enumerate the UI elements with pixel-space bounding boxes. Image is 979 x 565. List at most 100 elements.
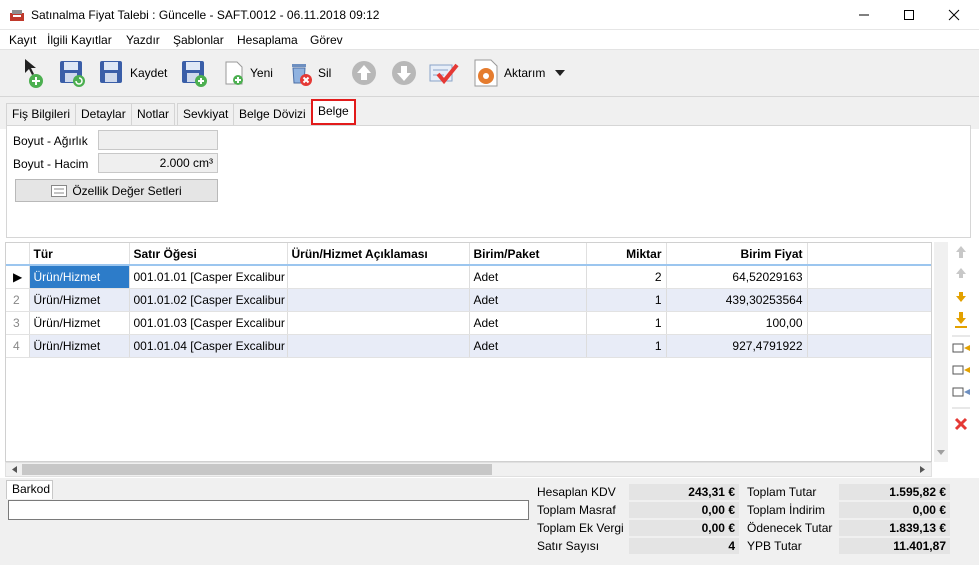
- col-tur[interactable]: Tür: [29, 243, 130, 266]
- insert-row-icon: [952, 343, 970, 353]
- cell-price[interactable]: 64,52029163: [666, 265, 808, 289]
- save-refresh-button[interactable]: [58, 56, 88, 90]
- cell-qty[interactable]: 1: [586, 334, 667, 358]
- col-birim-paket[interactable]: Birim/Paket: [469, 243, 587, 266]
- tab-sevkiyat[interactable]: Sevkiyat: [177, 103, 235, 125]
- scroll-left-icon[interactable]: [9, 463, 19, 476]
- save-button[interactable]: Kaydet: [98, 56, 167, 90]
- cell-item[interactable]: 001.01.04 [Casper Excalibur ...: [129, 334, 288, 358]
- table-row[interactable]: ▶ Ürün/Hizmet 001.01.01 [Casper Excalibu…: [6, 265, 931, 289]
- tab-detaylar[interactable]: Detaylar: [75, 103, 132, 125]
- row-marker: 2: [6, 288, 30, 312]
- arrow-up-icon: [352, 61, 376, 85]
- close-button[interactable]: [931, 0, 977, 30]
- cell-unit[interactable]: Adet: [469, 311, 587, 335]
- cell-qty[interactable]: 1: [586, 288, 667, 312]
- cell-desc[interactable]: [287, 265, 470, 289]
- checkmark-icon: [429, 63, 459, 85]
- cell-item[interactable]: 001.01.02 [Casper Excalibur ...: [129, 288, 288, 312]
- row-marker-header: [6, 243, 30, 266]
- col-filler: [807, 243, 931, 266]
- scroll-thumb[interactable]: [22, 464, 492, 475]
- cell-type[interactable]: Ürün/Hizmet: [29, 288, 130, 312]
- minimize-button[interactable]: [841, 0, 887, 30]
- export-button[interactable]: Aktarım: [472, 56, 567, 90]
- title-bar: Satınalma Fiyat Talebi : Güncelle - SAFT…: [0, 0, 979, 30]
- menu-bar: Kayıt İlgili Kayıtlar Yazdır Şablonlar H…: [0, 30, 979, 49]
- scroll-right-icon[interactable]: [918, 463, 928, 476]
- cell-unit[interactable]: Adet: [469, 288, 587, 312]
- new-document-icon: [225, 61, 243, 85]
- barcode-input[interactable]: [8, 500, 529, 520]
- copy-row-icon: [952, 365, 970, 375]
- total-expense-label: Toplam Masraf: [537, 503, 616, 517]
- tab-belge-dovizi[interactable]: Belge Dövizi: [233, 103, 312, 125]
- cell-type[interactable]: Ürün/Hizmet: [29, 265, 130, 289]
- cell-type[interactable]: Ürün/Hizmet: [29, 311, 130, 335]
- cell-price[interactable]: 927,4791922: [666, 334, 808, 358]
- payable-value: 1.839,13 €: [839, 520, 950, 536]
- save-new-button[interactable]: [180, 56, 210, 90]
- col-birim-fiyat[interactable]: Birim Fiyat: [666, 243, 808, 266]
- total-expense-value: 0,00 €: [629, 502, 739, 518]
- approve-button[interactable]: [428, 56, 460, 90]
- cell-price[interactable]: 439,30253564: [666, 288, 808, 312]
- col-miktar[interactable]: Miktar: [586, 243, 667, 266]
- cell-type[interactable]: Ürün/Hizmet: [29, 334, 130, 358]
- table-row[interactable]: 2 Ürün/Hizmet 001.01.02 [Casper Excalibu…: [6, 288, 931, 312]
- ypb-value: 11.401,87: [839, 538, 950, 554]
- tab-fis-bilgileri[interactable]: Fiş Bilgileri: [6, 103, 77, 125]
- menu-sablonlar[interactable]: Şablonlar: [173, 33, 224, 47]
- export-icon: [474, 59, 498, 87]
- volume-label: Boyut - Hacim: [13, 157, 89, 171]
- menu-hesaplama[interactable]: Hesaplama: [237, 33, 298, 47]
- cell-item[interactable]: 001.01.03 [Casper Excalibur ...: [129, 311, 288, 335]
- cell-price[interactable]: 100,00: [666, 311, 808, 335]
- table-row[interactable]: 3 Ürün/Hizmet 001.01.03 [Casper Excalibu…: [6, 311, 931, 335]
- col-satir-ogesi[interactable]: Satır Öğesi: [129, 243, 288, 266]
- cell-unit[interactable]: Adet: [469, 265, 587, 289]
- weight-label: Boyut - Ağırlık: [13, 134, 88, 148]
- cell-qty[interactable]: 2: [586, 265, 667, 289]
- minimize-icon: [859, 14, 869, 16]
- row-marker: 4: [6, 334, 30, 358]
- col-aciklama[interactable]: Ürün/Hizmet Açıklaması: [287, 243, 470, 266]
- cursor-add-icon: [25, 59, 43, 88]
- menu-yazdir[interactable]: Yazdır: [126, 33, 160, 47]
- new-button[interactable]: Yeni: [222, 56, 273, 90]
- row-actions-strip: [950, 242, 972, 462]
- cell-desc[interactable]: [287, 288, 470, 312]
- cell-unit[interactable]: Adet: [469, 334, 587, 358]
- barcode-tab[interactable]: Barkod: [6, 480, 53, 499]
- split-row-icon: [952, 387, 970, 397]
- move-down-button[interactable]: [390, 56, 418, 90]
- menu-ilgili-kayitlar[interactable]: İlgili Kayıtlar: [47, 33, 112, 47]
- tab-belge[interactable]: Belge: [311, 99, 356, 125]
- property-sets-button[interactable]: Özellik Değer Setleri: [15, 179, 218, 202]
- delete-label: Sil: [318, 66, 332, 80]
- app-icon: [10, 10, 24, 21]
- delete-button[interactable]: Sil: [288, 56, 331, 90]
- cell-item[interactable]: 001.01.01 [Casper Excalibur ...: [129, 265, 288, 289]
- cell-desc[interactable]: [287, 311, 470, 335]
- weight-field[interactable]: [98, 130, 218, 150]
- chevron-down-icon[interactable]: [553, 68, 567, 78]
- toolbar: Kaydet Yeni Sil Aktarım: [0, 49, 979, 97]
- window-title: Satınalma Fiyat Talebi : Güncelle - SAFT…: [31, 8, 380, 22]
- grid-vertical-scrollbar[interactable]: [934, 242, 948, 462]
- tab-notlar[interactable]: Notlar: [131, 103, 176, 125]
- total-discount-value: 0,00 €: [839, 502, 950, 518]
- new-from-cursor-button[interactable]: [22, 56, 46, 90]
- extra-tax-label: Toplam Ek Vergi: [537, 521, 624, 535]
- menu-kayit[interactable]: Kayıt: [9, 33, 36, 47]
- cell-desc[interactable]: [287, 334, 470, 358]
- move-up-button[interactable]: [350, 56, 378, 90]
- row-count-label: Satır Sayısı: [537, 539, 600, 553]
- volume-field[interactable]: 2.000 cm³: [98, 153, 218, 173]
- table-row[interactable]: 4 Ürün/Hizmet 001.01.04 [Casper Excalibu…: [6, 334, 931, 358]
- row-count-value: 4: [629, 538, 739, 554]
- menu-gorev[interactable]: Görev: [310, 33, 343, 47]
- grid-horizontal-scrollbar[interactable]: [5, 462, 932, 477]
- maximize-button[interactable]: [886, 0, 932, 30]
- cell-qty[interactable]: 1: [586, 311, 667, 335]
